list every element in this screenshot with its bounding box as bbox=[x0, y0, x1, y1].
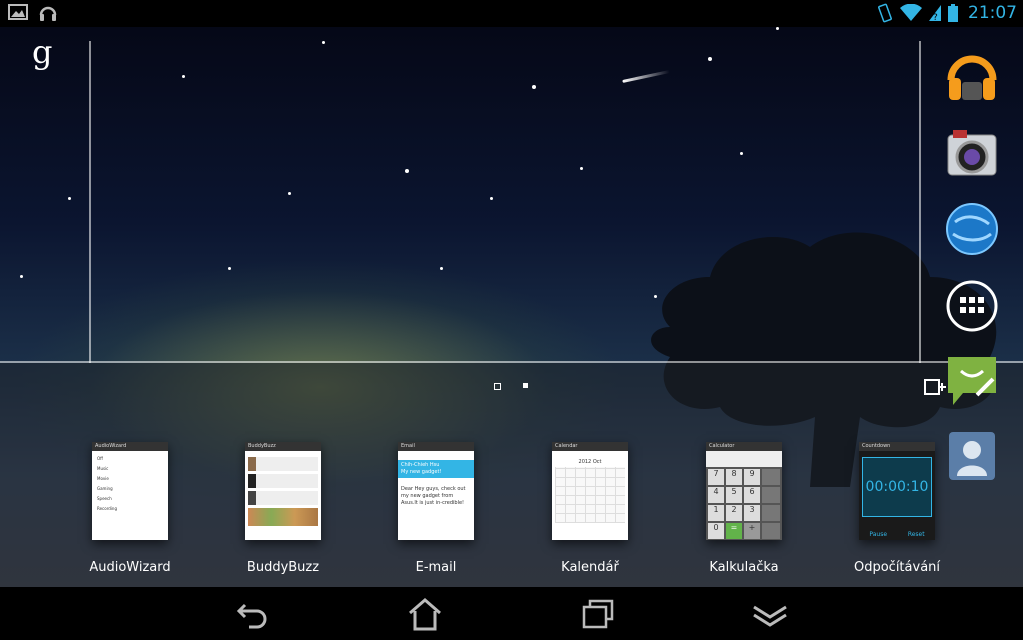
thumb-title: AudioWizard bbox=[92, 442, 168, 451]
calc-key: 3 bbox=[744, 505, 760, 521]
recent-app-calculator-thumbnail[interactable]: Calculator 7 8 9 4 5 6 1 2 3 0 = + bbox=[706, 442, 782, 540]
recent-app-buddybuzz-thumbnail[interactable]: BuddyBuzz bbox=[245, 442, 321, 540]
camera-icon[interactable] bbox=[945, 127, 999, 181]
workspace-edge-right bbox=[919, 41, 921, 363]
email-sender: Chih-Chieh Hsu bbox=[401, 462, 440, 468]
thumb-title: Calendar bbox=[552, 442, 628, 451]
recent-app-calendar-thumbnail[interactable]: Calendar 2012 Oct bbox=[552, 442, 628, 540]
menu-collapse-icon[interactable] bbox=[750, 597, 790, 631]
recent-app-label[interactable]: Odpočítávání bbox=[837, 560, 957, 575]
recent-apps-icon[interactable] bbox=[578, 597, 618, 631]
calc-key: 6 bbox=[744, 487, 760, 503]
thumb-title: Countdown bbox=[859, 442, 935, 451]
recent-app-countdown-thumbnail[interactable]: Countdown 00:00:10 Pause Reset bbox=[859, 442, 935, 540]
calc-key: 8 bbox=[726, 469, 742, 485]
calc-key: 0 bbox=[708, 523, 724, 539]
calc-key: 4 bbox=[708, 487, 724, 503]
vibrate-icon bbox=[878, 3, 892, 23]
contacts-icon[interactable] bbox=[945, 428, 999, 482]
calc-key: 2 bbox=[726, 505, 742, 521]
status-clock: 21:07 bbox=[968, 3, 1017, 23]
email-subject: My new gadget! bbox=[401, 469, 442, 475]
email-body: Dear Hey guys, check out my new gadget f… bbox=[401, 486, 466, 506]
navigation-bar bbox=[0, 587, 1023, 640]
thumb-title: Email bbox=[398, 442, 474, 451]
recent-app-label[interactable]: Kalkulačka bbox=[684, 560, 804, 575]
thumb-title: BuddyBuzz bbox=[245, 442, 321, 451]
app-drawer-icon[interactable] bbox=[945, 279, 999, 333]
countdown-reset-label: Reset bbox=[907, 531, 925, 538]
audiowizard-option: Movie bbox=[97, 476, 109, 481]
recent-app-label[interactable]: AudioWizard bbox=[70, 560, 190, 575]
thumb-title: Calculator bbox=[706, 442, 782, 451]
workspace-divider bbox=[0, 361, 1023, 363]
calendar-month: 2012 Oct bbox=[578, 459, 602, 465]
calc-key: 5 bbox=[726, 487, 742, 503]
calc-key: = bbox=[726, 523, 742, 539]
calc-key: 7 bbox=[708, 469, 724, 485]
audiowizard-option: Recording bbox=[97, 506, 118, 511]
play-music-icon[interactable] bbox=[945, 50, 999, 104]
no-signal-icon: ? bbox=[929, 5, 941, 22]
google-search-button[interactable]: g bbox=[32, 33, 56, 73]
add-widget-icon[interactable] bbox=[924, 377, 946, 397]
workspace-edge-left bbox=[89, 41, 91, 363]
countdown-timer: 00:00:10 bbox=[862, 457, 932, 517]
home-icon[interactable] bbox=[405, 597, 445, 631]
back-icon[interactable] bbox=[233, 597, 273, 631]
svg-text:g: g bbox=[32, 37, 52, 71]
calc-key: 9 bbox=[744, 469, 760, 485]
browser-globe-icon[interactable] bbox=[945, 202, 999, 256]
wifi-icon bbox=[900, 4, 922, 21]
recent-app-label[interactable]: E-mail bbox=[376, 560, 496, 575]
status-bar: ? 21:07 bbox=[0, 0, 1023, 27]
page-indicator-current bbox=[494, 383, 501, 390]
google-g-icon: g bbox=[32, 33, 52, 71]
battery-icon bbox=[948, 4, 958, 22]
countdown-pause-label: Pause bbox=[869, 531, 888, 538]
audiowizard-option: Off bbox=[97, 456, 103, 461]
audiowizard-option: Music bbox=[97, 466, 109, 471]
audiowizard-option: Speech bbox=[97, 496, 112, 501]
calc-key: + bbox=[744, 523, 760, 539]
svg-text:?: ? bbox=[933, 13, 938, 22]
calc-key: 1 bbox=[708, 505, 724, 521]
recent-app-audiowizard-thumbnail[interactable]: AudioWizard Off Music Movie Gaming Speec… bbox=[92, 442, 168, 540]
recent-app-email-thumbnail[interactable]: Email Chih-Chieh Hsu My new gadget! Dear… bbox=[398, 442, 474, 540]
image-icon bbox=[8, 4, 28, 20]
recent-app-label[interactable]: BuddyBuzz bbox=[223, 560, 343, 575]
recent-app-label[interactable]: Kalendář bbox=[530, 560, 650, 575]
headphones-icon bbox=[39, 6, 57, 21]
audiowizard-option: Gaming bbox=[97, 486, 113, 491]
messaging-icon[interactable] bbox=[945, 353, 999, 407]
page-indicator bbox=[523, 383, 528, 388]
